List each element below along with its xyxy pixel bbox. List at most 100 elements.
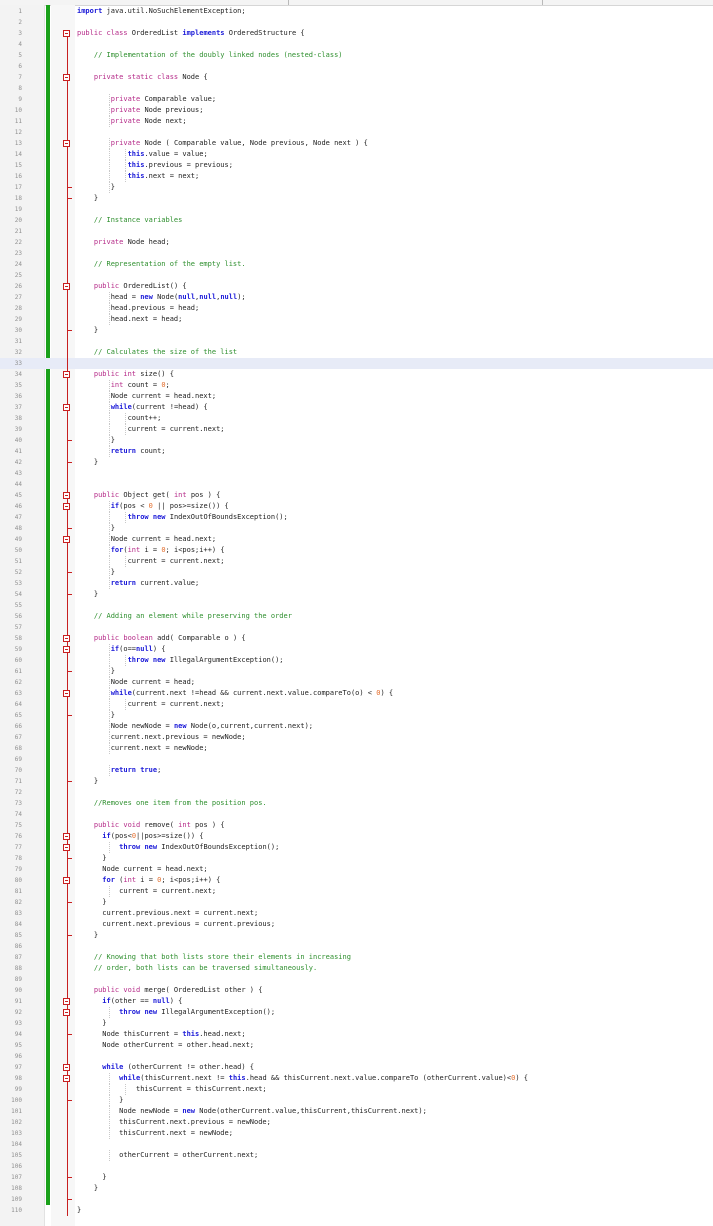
code-line[interactable]: 75 public void remove( int pos ) {	[0, 820, 713, 831]
code-line[interactable]: 80 for (int i = 0; i<pos;i++) {	[0, 875, 713, 886]
code-line[interactable]: 77 throw new IndexOutOfBoundsException()…	[0, 842, 713, 853]
code-line[interactable]: 86	[0, 941, 713, 952]
code-line[interactable]: 38 count++;	[0, 413, 713, 424]
fold-marker[interactable]	[62, 1062, 74, 1073]
code-line[interactable]: 21	[0, 226, 713, 237]
code-line[interactable]: 81 current = current.next;	[0, 886, 713, 897]
code-line[interactable]: 78 }	[0, 853, 713, 864]
code-line[interactable]: 99 thisCurrent = thisCurrent.next;	[0, 1084, 713, 1095]
code-line[interactable]: 40 }	[0, 435, 713, 446]
code-line[interactable]: 23	[0, 248, 713, 259]
code-line[interactable]: 79 Node current = head.next;	[0, 864, 713, 875]
code-line[interactable]: 63 while(current.next !=head && current.…	[0, 688, 713, 699]
code-line[interactable]: 106	[0, 1161, 713, 1172]
code-line[interactable]: 41 return count;	[0, 446, 713, 457]
code-line[interactable]: 68 current.next = newNode;	[0, 743, 713, 754]
fold-marker[interactable]	[62, 28, 74, 39]
code-line[interactable]: 70 return true;	[0, 765, 713, 776]
code-line[interactable]: 48 }	[0, 523, 713, 534]
code-line[interactable]: 14 this.value = value;	[0, 149, 713, 160]
code-line[interactable]: 51 current = current.next;	[0, 556, 713, 567]
code-line[interactable]: 7 private static class Node {	[0, 72, 713, 83]
code-line[interactable]: 97 while (otherCurrent != other.head) {	[0, 1062, 713, 1073]
code-line[interactable]: 55	[0, 600, 713, 611]
fold-toggle-icon[interactable]	[63, 833, 70, 840]
fold-marker[interactable]	[62, 402, 74, 413]
fold-toggle-icon[interactable]	[63, 1009, 70, 1016]
code-line[interactable]: 98 while(thisCurrent.next != this.head &…	[0, 1073, 713, 1084]
code-line[interactable]: 8	[0, 83, 713, 94]
code-line[interactable]: 100 }	[0, 1095, 713, 1106]
code-line[interactable]: 90 public void merge( OrderedList other …	[0, 985, 713, 996]
code-line[interactable]: 33	[0, 358, 713, 369]
code-line[interactable]: 36 Node current = head.next;	[0, 391, 713, 402]
fold-marker[interactable]	[62, 369, 74, 380]
fold-marker[interactable]	[62, 996, 74, 1007]
fold-toggle-icon[interactable]	[63, 646, 70, 653]
code-line[interactable]: 94 Node thisCurrent = this.head.next;	[0, 1029, 713, 1040]
code-line[interactable]: 82 }	[0, 897, 713, 908]
code-line[interactable]: 4	[0, 39, 713, 50]
code-line[interactable]: 47 throw new IndexOutOfBoundsException()…	[0, 512, 713, 523]
code-line[interactable]: 95 Node otherCurrent = other.head.next;	[0, 1040, 713, 1051]
code-line[interactable]: 45 public Object get( int pos ) {	[0, 490, 713, 501]
code-line[interactable]: 3 public class OrderedList implements Ord…	[0, 28, 713, 39]
code-line[interactable]: 26 public OrderedList() {	[0, 281, 713, 292]
code-line[interactable]: 9 private Comparable value;	[0, 94, 713, 105]
fold-toggle-icon[interactable]	[63, 404, 70, 411]
fold-toggle-icon[interactable]	[63, 998, 70, 1005]
fold-toggle-icon[interactable]	[63, 635, 70, 642]
code-line[interactable]: 28 head.previous = head;	[0, 303, 713, 314]
code-line[interactable]: 20 // Instance variables	[0, 215, 713, 226]
fold-marker[interactable]	[62, 644, 74, 655]
code-line[interactable]: 10 private Node previous;	[0, 105, 713, 116]
fold-toggle-icon[interactable]	[63, 140, 70, 147]
code-line[interactable]: 58 public boolean add( Comparable o ) {	[0, 633, 713, 644]
code-line[interactable]: 16 this.next = next;	[0, 171, 713, 182]
code-line[interactable]: 22 private Node head;	[0, 237, 713, 248]
code-line[interactable]: 17 }	[0, 182, 713, 193]
code-line[interactable]: 57	[0, 622, 713, 633]
code-line[interactable]: 42 }	[0, 457, 713, 468]
code-line[interactable]: 5 // Implementation of the doubly linked…	[0, 50, 713, 61]
code-line[interactable]: 25	[0, 270, 713, 281]
code-line[interactable]: 37 while(current !=head) {	[0, 402, 713, 413]
code-line[interactable]: 2	[0, 17, 713, 28]
code-line[interactable]: 13 private Node ( Comparable value, Node…	[0, 138, 713, 149]
fold-marker[interactable]	[62, 842, 74, 853]
code-line[interactable]: 85 }	[0, 930, 713, 941]
code-line[interactable]: 104	[0, 1139, 713, 1150]
code-line[interactable]: 15 this.previous = previous;	[0, 160, 713, 171]
code-line[interactable]: 73 //Removes one item from the position …	[0, 798, 713, 809]
code-line[interactable]: 96	[0, 1051, 713, 1062]
code-line[interactable]: 84 current.next.previous = current.previ…	[0, 919, 713, 930]
fold-marker[interactable]	[62, 1073, 74, 1084]
code-line[interactable]: 69	[0, 754, 713, 765]
code-line[interactable]: 12	[0, 127, 713, 138]
code-line[interactable]: 59 if(o==null) {	[0, 644, 713, 655]
code-line[interactable]: 89	[0, 974, 713, 985]
fold-toggle-icon[interactable]	[63, 877, 70, 884]
code-line[interactable]: 93 }	[0, 1018, 713, 1029]
fold-marker[interactable]	[62, 490, 74, 501]
code-line[interactable]: 30 }	[0, 325, 713, 336]
fold-toggle-icon[interactable]	[63, 74, 70, 81]
code-line[interactable]: 61 }	[0, 666, 713, 677]
code-line[interactable]: 56 // Adding an element while preserving…	[0, 611, 713, 622]
code-line[interactable]: 44	[0, 479, 713, 490]
code-line[interactable]: 52 }	[0, 567, 713, 578]
code-line[interactable]: 6	[0, 61, 713, 72]
code-line[interactable]: 67 current.next.previous = newNode;	[0, 732, 713, 743]
code-line[interactable]: 110}	[0, 1205, 713, 1216]
code-line[interactable]: 19	[0, 204, 713, 215]
code-line[interactable]: 91 if(other == null) {	[0, 996, 713, 1007]
code-line[interactable]: 49 Node current = head.next;	[0, 534, 713, 545]
code-line[interactable]: 50 for(int i = 0; i<pos;i++) {	[0, 545, 713, 556]
code-line[interactable]: 107 }	[0, 1172, 713, 1183]
code-line[interactable]: 29 head.next = head;	[0, 314, 713, 325]
code-line[interactable]: 39 current = current.next;	[0, 424, 713, 435]
fold-marker[interactable]	[62, 633, 74, 644]
code-line[interactable]: 103 thisCurrent.next = newNode;	[0, 1128, 713, 1139]
fold-marker[interactable]	[62, 138, 74, 149]
code-line[interactable]: 71 }	[0, 776, 713, 787]
